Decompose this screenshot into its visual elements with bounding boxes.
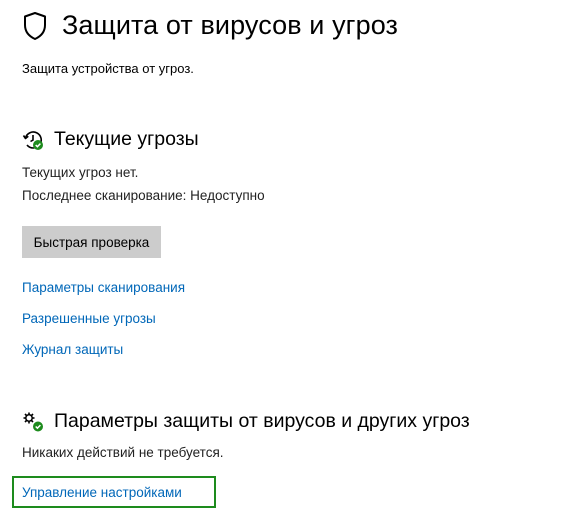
shield-icon bbox=[22, 11, 48, 41]
page-title: Защита от вирусов и угроз bbox=[62, 10, 399, 40]
gears-check-icon bbox=[22, 411, 44, 433]
page-header: Защита от вирусов и угроз bbox=[22, 10, 398, 41]
page-subtitle: Защита устройства от угроз. bbox=[22, 61, 194, 76]
scan-options-link[interactable]: Параметры сканирования bbox=[22, 280, 185, 295]
quick-scan-button[interactable]: Быстрая проверка bbox=[22, 226, 161, 258]
protection-settings-title: Параметры защиты от вирусов и других угр… bbox=[54, 410, 470, 432]
threat-status-text: Текущих угроз нет. bbox=[22, 165, 139, 180]
history-check-icon bbox=[22, 129, 44, 151]
protection-settings-header: Параметры защиты от вирусов и других угр… bbox=[22, 410, 470, 433]
manage-settings-link[interactable]: Управление настройками bbox=[22, 485, 182, 500]
current-threats-header: Текущие угрозы bbox=[22, 128, 199, 151]
protection-history-link[interactable]: Журнал защиты bbox=[22, 342, 123, 357]
allowed-threats-link[interactable]: Разрешенные угрозы bbox=[22, 311, 156, 326]
current-threats-title: Текущие угрозы bbox=[54, 128, 199, 150]
protection-status-text: Никаких действий не требуется. bbox=[22, 445, 224, 460]
last-scan-text: Последнее сканирование: Недоступно bbox=[22, 188, 265, 203]
